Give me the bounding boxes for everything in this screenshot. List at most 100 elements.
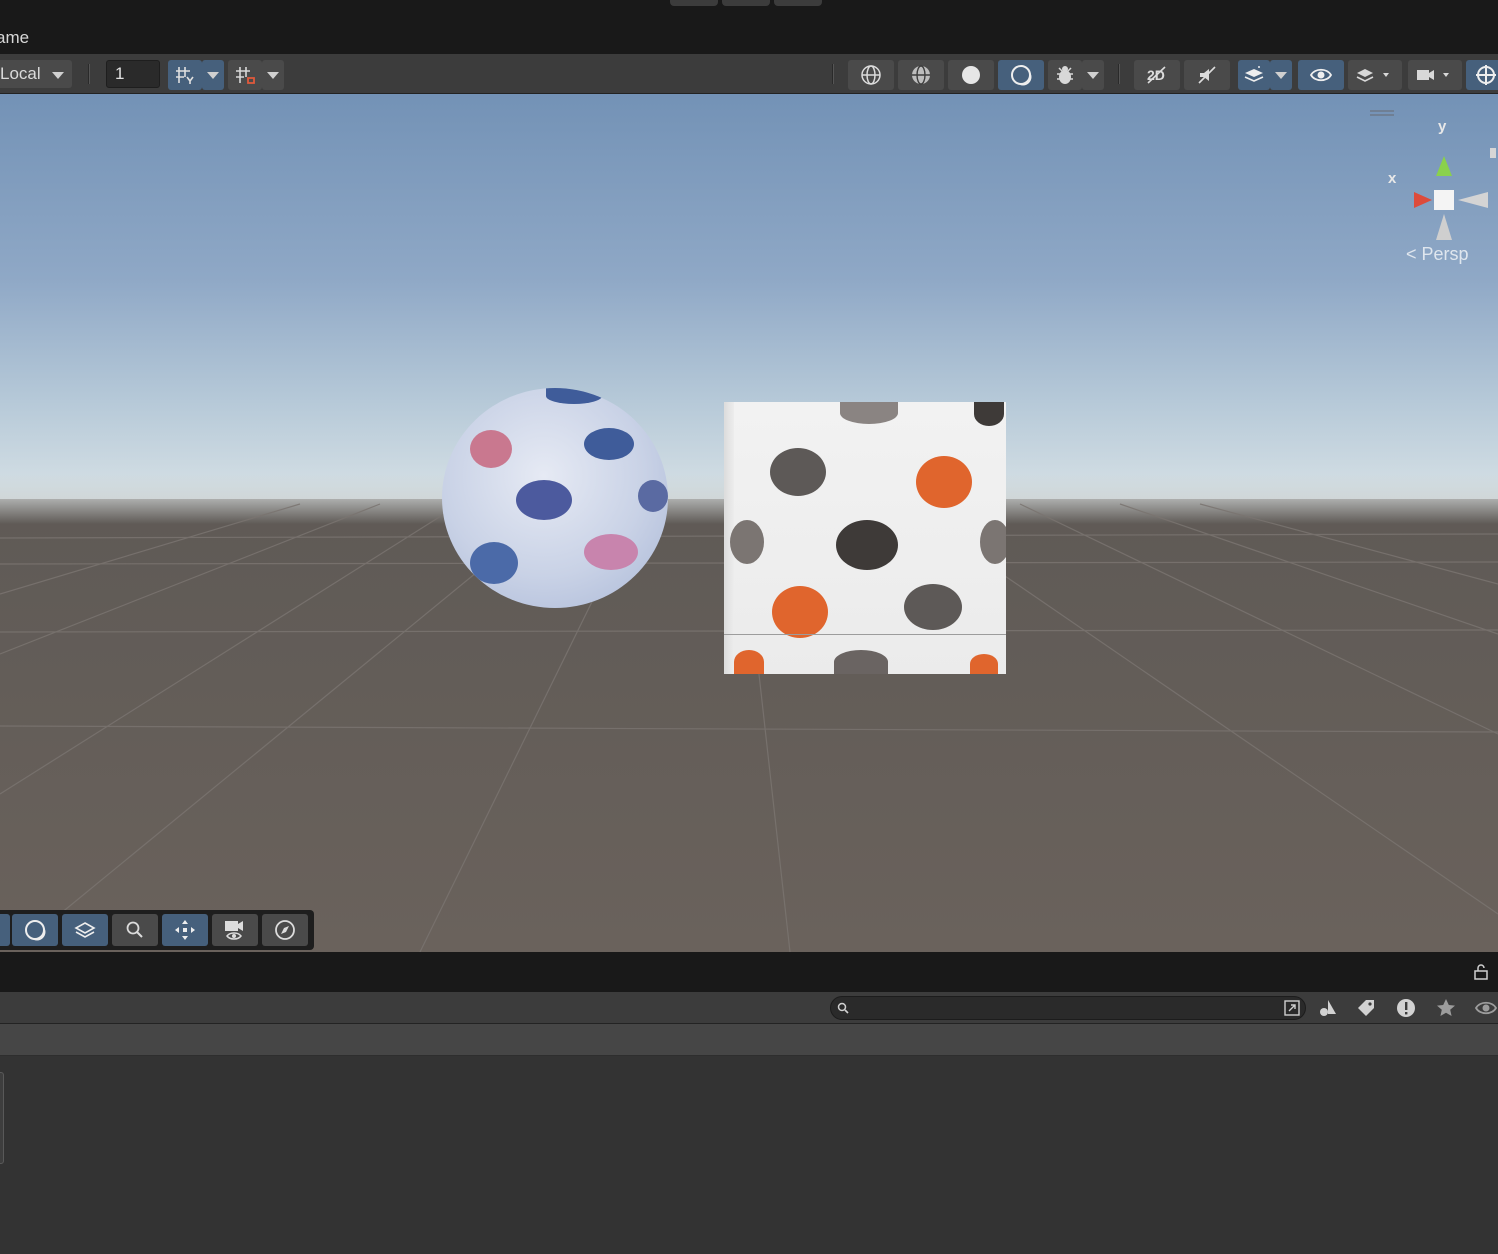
hidden-packages-button[interactable] (1470, 994, 1498, 1022)
layers-icon (1356, 69, 1389, 82)
shaded-wireframe-button[interactable] (898, 60, 944, 90)
favorites-button[interactable] (1430, 994, 1462, 1022)
cube-object[interactable] (724, 402, 1006, 674)
scene-viewport[interactable]: y x < Persp (0, 94, 1498, 952)
grid-snap-dropdown[interactable] (202, 60, 224, 90)
grid-visibility-icon (236, 67, 255, 84)
cat-pattern (730, 520, 764, 564)
cat-pattern (772, 586, 828, 638)
neg-y-axis-cone[interactable] (1436, 214, 1452, 240)
shaded-wireframe-icon (912, 65, 930, 85)
effects-layers-icon (1244, 66, 1264, 82)
asset-tile[interactable] (0, 1072, 4, 1164)
tab-strip: ame (0, 20, 1498, 54)
camera-preview-button[interactable] (212, 914, 258, 946)
open-search-window-icon[interactable] (1283, 999, 1301, 1017)
search-icon (126, 921, 143, 938)
cat-pattern (980, 520, 1006, 564)
grid-snap-button[interactable] (168, 60, 202, 90)
eye-icon (1474, 1001, 1498, 1015)
grid-snap-icon (176, 67, 194, 84)
cat-pattern (470, 430, 512, 468)
debug-draw-dropdown[interactable] (1082, 60, 1104, 90)
projection-toggle[interactable]: < Persp (1406, 244, 1469, 265)
lighting-mode-overlay-button[interactable] (12, 914, 58, 946)
project-assets-area: e (0, 1056, 1498, 1254)
overlay-toolbar (0, 910, 314, 950)
layers-overlay-button[interactable] (62, 914, 108, 946)
grid-visibility-dropdown[interactable] (262, 60, 284, 90)
toolbar-separator (1118, 64, 1120, 84)
scene-visibility-button[interactable] (1298, 60, 1344, 90)
camera-icon (1417, 70, 1449, 80)
sphere-object[interactable] (442, 388, 668, 608)
cat-pattern (638, 480, 668, 512)
overlay-hidden-button[interactable] (0, 914, 10, 946)
pivot-rotation-dropdown[interactable]: Local (0, 60, 72, 88)
search-by-label-button[interactable] (1350, 994, 1382, 1022)
y-axis-cone[interactable] (1436, 156, 1452, 176)
camera-eye-icon (225, 921, 243, 940)
cat-pattern (546, 388, 602, 404)
cat-pattern (770, 448, 826, 496)
neg-x-axis-cone[interactable] (1458, 192, 1488, 208)
navigation-button[interactable] (262, 914, 308, 946)
pause-button[interactable] (722, 0, 770, 6)
center-cube[interactable] (1434, 190, 1454, 210)
search-overlay-button[interactable] (112, 914, 158, 946)
shaded-sphere-icon (962, 66, 980, 84)
scene-toolbar: Local 1 2D (0, 54, 1498, 94)
chevron-down-icon (1087, 71, 1099, 79)
toolbar-separator (88, 64, 90, 84)
audio-toggle-button[interactable] (1184, 60, 1230, 90)
move-arrows-icon (175, 920, 195, 940)
label-tag-icon (1358, 1000, 1374, 1016)
projection-label: Persp (1421, 244, 1469, 264)
cat-pattern (834, 650, 888, 674)
warning-circle-icon (1397, 999, 1415, 1017)
layers-button[interactable] (1348, 60, 1402, 90)
cat-pattern (470, 542, 518, 584)
effects-dropdown[interactable] (1270, 60, 1292, 90)
search-by-type-button[interactable] (1312, 994, 1344, 1022)
star-icon (1437, 999, 1455, 1016)
cat-pattern (734, 650, 764, 674)
eye-icon (1309, 68, 1333, 82)
show-errors-button[interactable] (1390, 994, 1422, 1022)
chevron-down-icon (1275, 71, 1287, 79)
search-icon (837, 1002, 849, 1014)
play-button[interactable] (670, 0, 718, 6)
debug-draw-mode-button[interactable] (1048, 60, 1082, 90)
chevron-left-icon: < (1406, 244, 1417, 264)
lighting-mode-button[interactable] (998, 60, 1044, 90)
grid-visibility-button[interactable] (228, 60, 262, 90)
cube-edge (724, 634, 1006, 635)
x-axis-label: x (1388, 170, 1397, 187)
2d-toggle-button[interactable]: 2D (1134, 60, 1180, 90)
cat-pattern (840, 402, 898, 424)
snap-increment-field[interactable]: 1 (106, 60, 160, 88)
2d-icon: 2D (1147, 66, 1166, 84)
title-bar (0, 0, 1498, 20)
wireframe-shading-button[interactable] (848, 60, 894, 90)
layers-icon (74, 922, 96, 938)
step-button[interactable] (774, 0, 822, 6)
shaded-button[interactable] (948, 60, 994, 90)
project-search-field[interactable] (830, 996, 1306, 1020)
tab-game[interactable]: ame (0, 28, 29, 48)
cat-pattern (904, 584, 962, 630)
cat-pattern (916, 456, 972, 508)
unity-editor-window: { "window": { "partial_tab_label": "ame"… (0, 0, 1498, 1254)
move-tool-overlay-button[interactable] (162, 914, 208, 946)
cat-pattern (584, 428, 634, 460)
lock-icon[interactable] (1490, 148, 1496, 158)
camera-settings-button[interactable] (1408, 60, 1462, 90)
chevron-down-icon (52, 72, 64, 79)
lock-icon[interactable] (1474, 964, 1488, 980)
project-panel-toolbar (0, 992, 1498, 1024)
cat-pattern (836, 520, 898, 570)
gizmos-toggle-button[interactable] (1466, 60, 1498, 90)
effects-toggle-button[interactable] (1238, 60, 1270, 90)
cat-pattern (516, 480, 572, 520)
x-axis-cone[interactable] (1414, 192, 1432, 208)
